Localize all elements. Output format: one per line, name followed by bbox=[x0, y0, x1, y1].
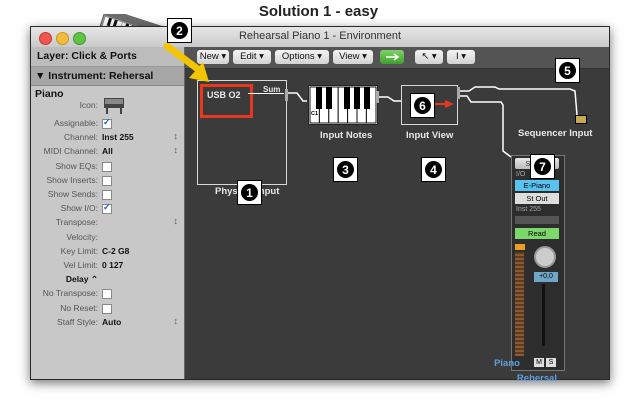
output-slot[interactable]: St Out bbox=[515, 193, 559, 204]
property-row[interactable]: No Transpose: bbox=[31, 287, 184, 301]
property-label: No Transpose: bbox=[42, 288, 98, 299]
text-tool-button[interactable]: I ▾ bbox=[447, 50, 475, 64]
property-label: Staff Style: bbox=[57, 316, 98, 327]
property-checkbox[interactable] bbox=[102, 202, 112, 215]
layer-selector[interactable]: Layer: Click & Ports bbox=[31, 47, 184, 67]
environment-window: Rehearsal Piano 1 - Environment Layer: C… bbox=[30, 26, 610, 384]
link-toggle-button[interactable] bbox=[380, 50, 404, 64]
property-label: Show Inserts: bbox=[46, 174, 99, 185]
property-label: Show Sends: bbox=[47, 189, 98, 199]
record-enable-indicator bbox=[515, 244, 525, 250]
property-row[interactable]: Show I/O: bbox=[31, 202, 184, 216]
icon-row: Icon: bbox=[31, 95, 184, 115]
environment-canvas[interactable]: USB O2 Sum Physical Input C1 Input Notes… bbox=[185, 69, 609, 384]
property-label: Key Limit: bbox=[60, 245, 98, 256]
stepper-arrows-icon[interactable]: ↕ bbox=[174, 131, 179, 141]
property-label: Channel: bbox=[63, 132, 98, 143]
icon-label: Icon: bbox=[79, 100, 98, 110]
property-row[interactable]: Velocity: bbox=[31, 231, 184, 245]
property-label: MIDI Channel: bbox=[43, 146, 98, 157]
channel-strip-name: Rehersal bbox=[511, 373, 563, 384]
property-row[interactable]: Channel: Inst 255 ↕ bbox=[31, 131, 184, 145]
io-label: I/O bbox=[516, 171, 526, 178]
strip-name-line1: Rehersal bbox=[516, 373, 558, 384]
badge-number: 2 bbox=[171, 22, 188, 39]
mute-button[interactable]: M bbox=[534, 358, 544, 367]
property-row[interactable]: Show EQs: bbox=[31, 160, 184, 174]
property-value: 0 127 bbox=[102, 260, 124, 270]
property-label: Transpose: bbox=[55, 217, 98, 228]
callout-badge-2: 2 bbox=[167, 18, 192, 43]
property-row[interactable]: Staff Style: Auto ↕ bbox=[31, 316, 184, 330]
title-bar: Rehearsal Piano 1 - Environment bbox=[31, 27, 609, 48]
property-value: C-2 G8 bbox=[102, 245, 130, 256]
inspector-sidebar: Layer: Click & Ports ▼ Instrument: Reher… bbox=[31, 47, 185, 379]
badge-number: 4 bbox=[425, 161, 442, 178]
level-display: +0,0 bbox=[534, 272, 558, 282]
property-row[interactable]: Delay ⌃ bbox=[31, 273, 184, 287]
inst-label: Inst 255 bbox=[516, 206, 541, 213]
toolbar: New ▾ Edit ▾ Options ▾ View ▾ ↖ ▾ I ▾ bbox=[185, 47, 609, 69]
edit-menu-button[interactable]: Edit ▾ bbox=[233, 50, 271, 64]
stepper-arrows-icon[interactable]: ↕ bbox=[174, 316, 179, 326]
view-menu-button[interactable]: View ▾ bbox=[333, 50, 373, 64]
property-label: Velocity: bbox=[66, 231, 98, 242]
callout-badge-3: 3 bbox=[333, 157, 358, 182]
property-checkbox[interactable] bbox=[102, 303, 112, 314]
strip-empty-slot[interactable] bbox=[515, 216, 559, 224]
badge-number: 5 bbox=[559, 62, 576, 79]
property-checkbox[interactable] bbox=[102, 161, 112, 172]
input-slot[interactable]: E-Piano bbox=[515, 180, 559, 191]
property-value: Inst 255 bbox=[102, 132, 134, 143]
channel-strip[interactable]: Setting I/O E-Piano St Out Inst 255 Read… bbox=[511, 155, 565, 371]
property-row[interactable]: Vel Limit: 0 127 bbox=[31, 259, 184, 273]
level-meter bbox=[515, 252, 524, 356]
property-label: No Reset: bbox=[60, 302, 98, 313]
property-label: Show EQs: bbox=[55, 160, 98, 171]
options-menu-button[interactable]: Options ▾ bbox=[275, 50, 329, 64]
callout-badge-6: 6 bbox=[410, 93, 435, 118]
pan-knob[interactable] bbox=[534, 246, 556, 268]
property-value: All bbox=[102, 146, 113, 157]
badge-number: 3 bbox=[337, 161, 354, 178]
strip-name-line2: Piano bbox=[494, 358, 520, 369]
stepper-arrows-icon[interactable]: ↕ bbox=[174, 145, 179, 155]
property-checkbox[interactable] bbox=[102, 117, 112, 129]
callout-badge-7: 7 bbox=[530, 154, 555, 179]
property-label: Delay ⌃ bbox=[65, 274, 98, 285]
instrument-header[interactable]: ▼ Instrument: Rehersal Piano bbox=[31, 67, 184, 100]
solo-button[interactable]: S bbox=[546, 358, 556, 367]
volume-fader-track[interactable] bbox=[542, 284, 545, 346]
link-icon bbox=[386, 53, 400, 61]
property-row[interactable]: Transpose: ↕ bbox=[31, 216, 184, 230]
badge-number: 1 bbox=[241, 184, 258, 201]
property-checkbox[interactable] bbox=[102, 289, 112, 300]
pointer-tool-button[interactable]: ↖ ▾ bbox=[415, 50, 443, 64]
property-checkbox[interactable] bbox=[102, 175, 112, 186]
callout-badge-5: 5 bbox=[555, 58, 580, 83]
property-row[interactable]: Show Inserts: bbox=[31, 174, 184, 188]
callout-badge-4: 4 bbox=[421, 157, 446, 182]
stepper-arrows-icon[interactable]: ↕ bbox=[174, 216, 179, 226]
property-row[interactable]: No Reset: bbox=[31, 302, 184, 316]
property-row[interactable]: Show Sends: bbox=[31, 188, 184, 202]
property-checkbox[interactable] bbox=[102, 190, 112, 200]
property-label: Show I/O: bbox=[60, 203, 98, 214]
automation-mode-button[interactable]: Read bbox=[515, 228, 559, 239]
yellow-arrow-icon bbox=[163, 42, 209, 82]
property-row[interactable]: Assignable: bbox=[31, 117, 184, 131]
window-title: Rehearsal Piano 1 - Environment bbox=[238, 30, 402, 42]
piano-icon[interactable] bbox=[103, 96, 125, 114]
property-row[interactable]: MIDI Channel: All ↕ bbox=[31, 145, 184, 159]
property-value: Auto bbox=[102, 316, 122, 327]
property-label: Assignable: bbox=[54, 118, 98, 128]
callout-badge-1: 1 bbox=[237, 180, 262, 205]
badge-number: 7 bbox=[534, 158, 551, 175]
property-row[interactable]: Key Limit: C-2 G8 bbox=[31, 245, 184, 259]
property-label: Vel Limit: bbox=[63, 260, 99, 270]
badge-number: 6 bbox=[414, 97, 431, 114]
